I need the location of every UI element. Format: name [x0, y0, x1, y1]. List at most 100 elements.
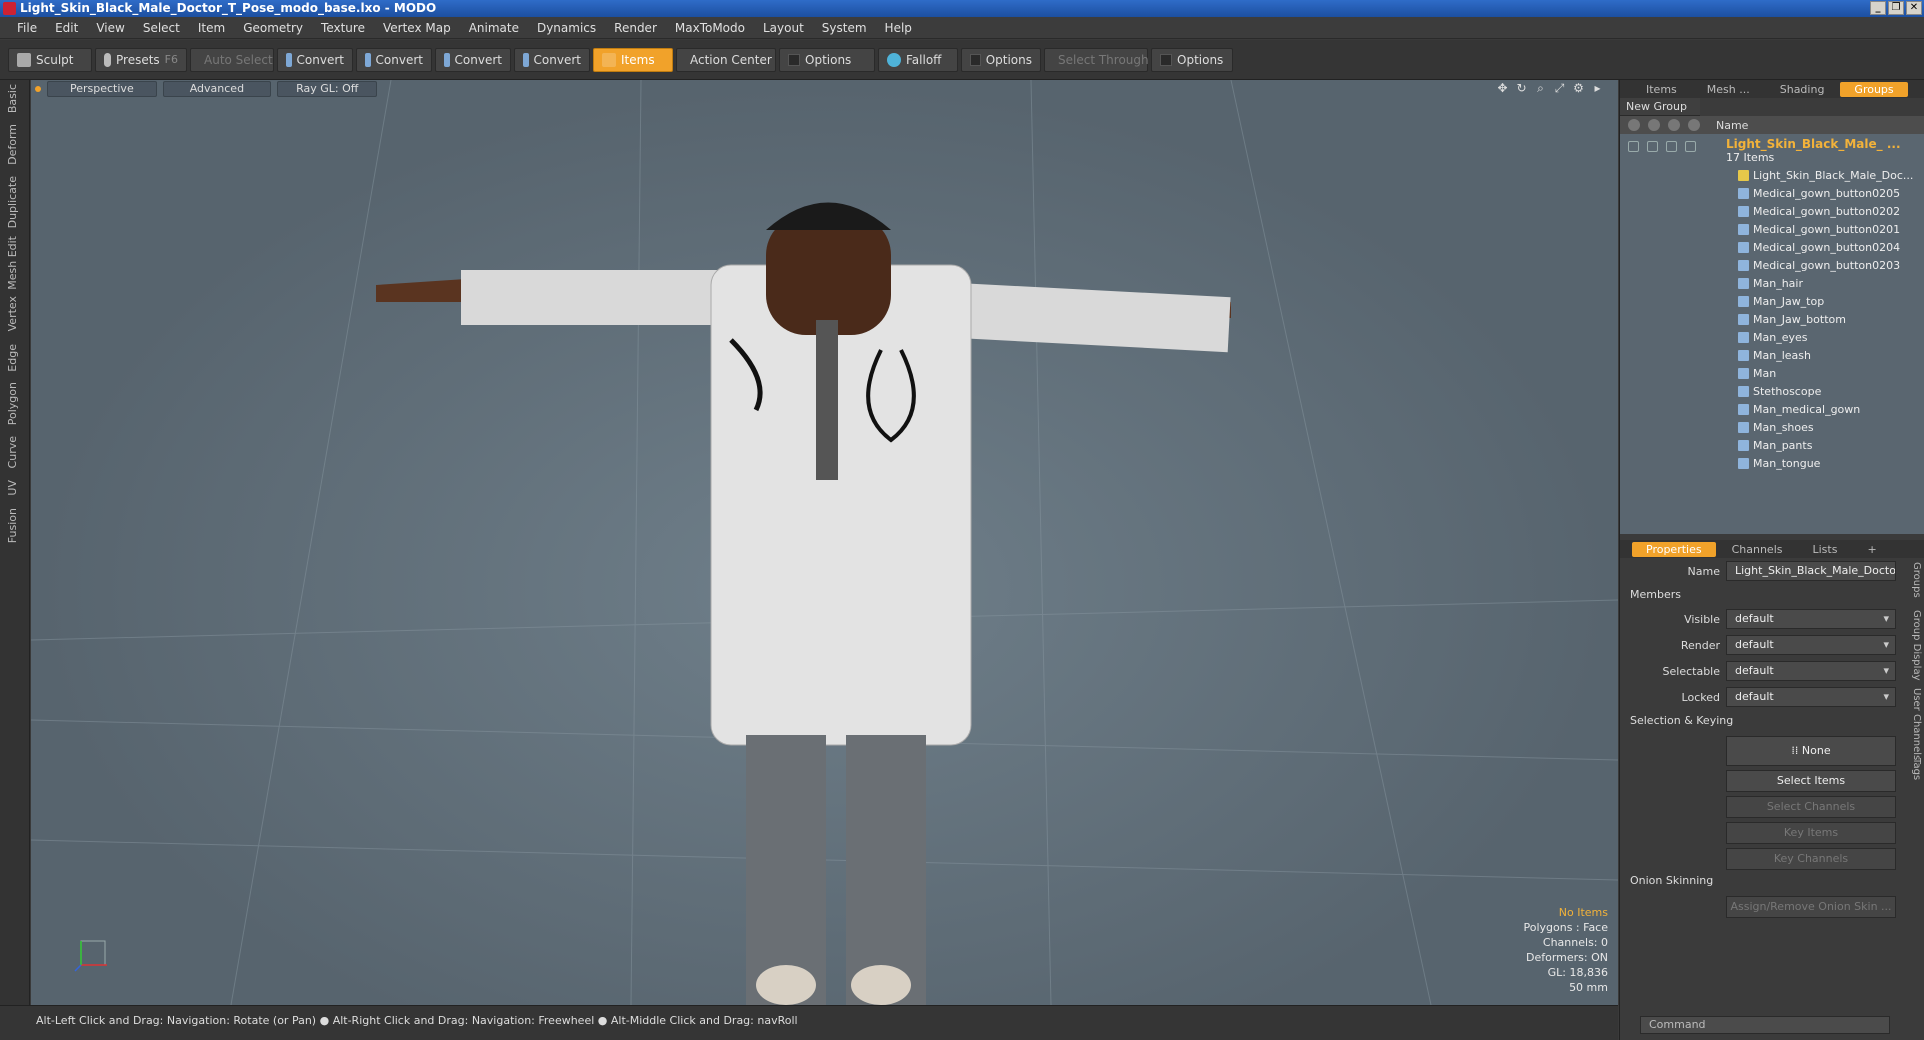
menu-animate[interactable]: Animate: [460, 21, 528, 35]
pan-icon[interactable]: ✥: [1496, 82, 1509, 95]
tab-basic[interactable]: Basic: [6, 84, 24, 113]
menu-select[interactable]: Select: [134, 21, 189, 35]
expand-arrow-icon[interactable]: ▸: [1591, 82, 1604, 95]
tab-duplicate[interactable]: Duplicate: [6, 176, 24, 228]
side-tab-tags[interactable]: Tags: [1908, 758, 1922, 780]
tab-lists[interactable]: Lists: [1799, 542, 1852, 557]
selection-set-none-button[interactable]: ⁞⁞ None: [1726, 736, 1896, 766]
presets-button[interactable]: Presets F6: [95, 47, 187, 72]
minimize-button[interactable]: _: [1870, 1, 1886, 15]
settings-gear-icon[interactable]: ⚙: [1572, 82, 1585, 95]
render-dropdown[interactable]: default ▾: [1726, 635, 1896, 655]
rotate-icon[interactable]: ↻: [1515, 82, 1528, 95]
add-tab-button[interactable]: +: [1853, 542, 1890, 557]
select-items-button[interactable]: Select Items: [1726, 770, 1896, 792]
menu-view[interactable]: View: [87, 21, 133, 35]
assign-onion-skin-button[interactable]: Assign/Remove Onion Skin ...: [1726, 896, 1896, 918]
items-mode-button[interactable]: Items: [593, 47, 673, 72]
selectable-dropdown[interactable]: default ▾: [1726, 661, 1896, 681]
list-item[interactable]: Man_hair: [1620, 274, 1924, 292]
view-type-dropdown[interactable]: Perspective: [47, 81, 157, 97]
list-item[interactable]: Man_shoes: [1620, 418, 1924, 436]
tab-uv[interactable]: UV: [6, 480, 24, 496]
list-item[interactable]: Medical_gown_button0205: [1620, 184, 1924, 202]
command-input[interactable]: Command: [1640, 1016, 1890, 1034]
tab-vertex[interactable]: Vertex: [6, 296, 24, 331]
list-item[interactable]: Medical_gown_button0203: [1620, 256, 1924, 274]
tab-channels[interactable]: Channels: [1718, 542, 1797, 557]
menu-edit[interactable]: Edit: [46, 21, 87, 35]
side-tab-user-channels[interactable]: User Channels: [1908, 688, 1922, 760]
group-render-toggle[interactable]: [1647, 141, 1658, 152]
fit-icon[interactable]: ⤢: [1553, 82, 1566, 95]
tab-edge[interactable]: Edge: [6, 344, 24, 372]
shading-mode-dropdown[interactable]: Advanced: [162, 81, 272, 97]
visible-dropdown[interactable]: default ▾: [1726, 609, 1896, 629]
menu-item[interactable]: Item: [189, 21, 234, 35]
3d-viewport[interactable]: Perspective Advanced Ray GL: Off ✥ ↻ ⌕ ⤢…: [31, 80, 1618, 1005]
tab-mesh[interactable]: Mesh ...: [1693, 82, 1764, 97]
menu-render[interactable]: Render: [605, 21, 666, 35]
close-button[interactable]: ✕: [1906, 1, 1922, 15]
menu-help[interactable]: Help: [876, 21, 921, 35]
menu-geometry[interactable]: Geometry: [234, 21, 312, 35]
list-item[interactable]: Man_Jaw_bottom: [1620, 310, 1924, 328]
sculpt-button[interactable]: Sculpt: [8, 47, 92, 72]
restore-button[interactable]: ❐: [1888, 1, 1904, 15]
list-item[interactable]: Stethoscope: [1620, 382, 1924, 400]
convert-button-1[interactable]: Convert: [277, 47, 353, 72]
tab-fusion[interactable]: Fusion: [6, 508, 24, 543]
list-item[interactable]: Man_medical_gown: [1620, 400, 1924, 418]
list-item[interactable]: Man_leash: [1620, 346, 1924, 364]
group-select-toggle[interactable]: [1685, 141, 1696, 152]
menu-dynamics[interactable]: Dynamics: [528, 21, 605, 35]
list-item[interactable]: Light_Skin_Black_Male_Doc...: [1620, 166, 1924, 184]
members-section[interactable]: Members: [1620, 584, 1924, 606]
new-group-button[interactable]: New Group: [1620, 98, 1700, 116]
group-lock-toggle[interactable]: [1666, 141, 1677, 152]
group-row[interactable]: Light_Skin_Black_Male_ ... 17 Items: [1620, 134, 1924, 166]
viewport-menu-dot-icon[interactable]: [35, 86, 41, 92]
locked-dropdown[interactable]: default ▾: [1726, 687, 1896, 707]
list-item[interactable]: Man_Jaw_top: [1620, 292, 1924, 310]
options-button-2[interactable]: Options: [961, 47, 1041, 72]
side-tab-groups[interactable]: Groups: [1908, 562, 1922, 598]
menu-layout[interactable]: Layout: [754, 21, 813, 35]
key-items-button[interactable]: Key Items: [1726, 822, 1896, 844]
list-item[interactable]: Man: [1620, 364, 1924, 382]
auto-select-button[interactable]: Auto Select: [190, 47, 274, 72]
falloff-button[interactable]: Falloff: [878, 47, 958, 72]
menu-vertex-map[interactable]: Vertex Map: [374, 21, 460, 35]
zoom-icon[interactable]: ⌕: [1534, 82, 1547, 95]
menu-maxtomodo[interactable]: MaxToModo: [666, 21, 754, 35]
list-item[interactable]: Man_tongue: [1620, 454, 1924, 472]
tab-curve[interactable]: Curve: [6, 436, 24, 468]
tab-deform[interactable]: Deform: [6, 124, 24, 165]
tab-properties[interactable]: Properties: [1632, 541, 1716, 557]
list-item[interactable]: Medical_gown_button0202: [1620, 202, 1924, 220]
selection-keying-section[interactable]: Selection & Keying: [1620, 710, 1924, 732]
convert-button-3[interactable]: Convert: [435, 47, 511, 72]
ray-gl-toggle[interactable]: Ray GL: Off: [277, 81, 378, 97]
list-item[interactable]: Medical_gown_button0201: [1620, 220, 1924, 238]
convert-button-2[interactable]: Convert: [356, 47, 432, 72]
select-through-button[interactable]: Select Through: [1044, 47, 1149, 72]
convert-button-4[interactable]: Convert: [514, 47, 590, 72]
menu-file[interactable]: File: [8, 21, 46, 35]
group-visible-toggle[interactable]: [1628, 141, 1639, 152]
tab-groups[interactable]: Groups: [1840, 81, 1908, 97]
tab-polygon[interactable]: Polygon: [6, 382, 24, 425]
action-center-button[interactable]: Action Center: [676, 47, 776, 72]
select-channels-button[interactable]: Select Channels: [1726, 796, 1896, 818]
side-tab-group-display[interactable]: Group Display: [1908, 610, 1922, 680]
list-item[interactable]: Medical_gown_button0204: [1620, 238, 1924, 256]
list-item[interactable]: Man_pants: [1620, 436, 1924, 454]
options-button-3[interactable]: Options: [1151, 47, 1233, 72]
group-name-field[interactable]: Light_Skin_Black_Male_Doctor_T: [1726, 561, 1896, 581]
options-button-1[interactable]: Options: [779, 47, 875, 72]
onion-skinning-section[interactable]: Onion Skinning: [1620, 870, 1924, 892]
menu-system[interactable]: System: [813, 21, 876, 35]
tab-items[interactable]: Items: [1632, 82, 1691, 97]
tab-mesh-edit[interactable]: Mesh Edit: [6, 236, 24, 290]
menu-texture[interactable]: Texture: [312, 21, 374, 35]
